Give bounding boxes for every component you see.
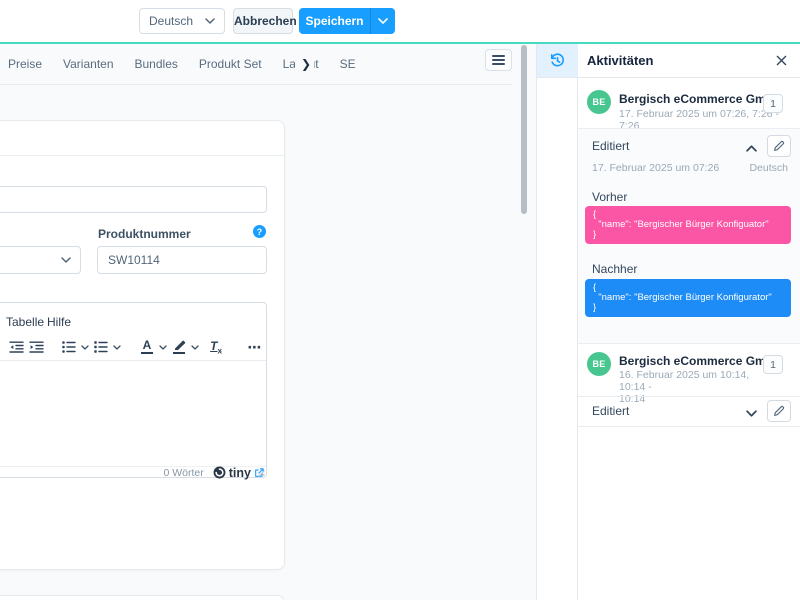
product-name-input[interactable] [0, 186, 267, 213]
before-label: Vorher [592, 190, 627, 204]
product-number-label: Produktnummer [98, 227, 191, 241]
chevron-down-icon [205, 18, 215, 24]
side-icon-strip [537, 44, 578, 600]
entry-divider [578, 426, 800, 427]
numbered-list-dropdown[interactable] [110, 336, 124, 358]
indent-icon [29, 341, 44, 353]
bullet-list-icon [62, 341, 76, 353]
close-icon [776, 55, 787, 66]
font-color-dropdown[interactable] [156, 336, 170, 358]
card-header-divider [0, 155, 284, 156]
collapse-detail-button[interactable] [743, 140, 759, 156]
more-icon: ⋯ [248, 339, 263, 356]
activity-author: Bergisch eCommerce GmbH [619, 354, 782, 368]
tab-varianten[interactable]: Varianten [63, 57, 113, 71]
tab-bundles[interactable]: Bundles [135, 57, 178, 71]
highlighter-icon [173, 340, 186, 350]
activity-author: Bergisch eCommerce GmbH [619, 92, 782, 106]
highlight-color-button[interactable] [170, 336, 188, 358]
manufacturer-select[interactable] [0, 246, 81, 274]
cancel-button[interactable]: Abbrechen [233, 8, 293, 34]
indent-button[interactable] [26, 336, 46, 358]
avatar: BE [587, 352, 611, 376]
resize-grip-icon [258, 470, 265, 477]
detail-language: Deutsch [749, 162, 788, 174]
tinymce-brand-text: tiny [229, 466, 251, 480]
editor-statusbar: 0 Wörter tiny [0, 467, 264, 478]
numbered-list-button[interactable] [92, 336, 110, 358]
after-value-box: { "name": "Bergischer Bürger Konfigurato… [585, 279, 791, 317]
numbered-list-icon [94, 341, 108, 353]
close-panel-button[interactable] [772, 51, 790, 69]
tabs-divider [0, 84, 512, 85]
outdent-icon [9, 341, 24, 353]
context-menu-button[interactable] [485, 49, 512, 71]
tab-produkt-set[interactable]: Produkt Set [199, 57, 262, 71]
activity-date: 16. Februar 2025 um 10:14, 10:14 - 10:14 [619, 369, 769, 405]
clear-formatting-icon: Tx [210, 339, 222, 355]
tab-preise[interactable]: Preise [8, 57, 42, 71]
chevron-down-icon [113, 345, 121, 350]
tabs-scroll-right-icon[interactable]: ❯ [295, 57, 314, 73]
tab-seo[interactable]: SE [340, 57, 356, 71]
chevron-down-icon [81, 345, 89, 350]
activity-count-badge[interactable]: 1 [763, 94, 783, 113]
detail-date: 17. Februar 2025 um 07:26 [592, 162, 719, 174]
word-count: 0 Wörter [164, 467, 204, 479]
activity-action-label: Editiert [592, 404, 629, 418]
expand-detail-button[interactable] [743, 405, 759, 421]
save-button[interactable]: Speichern [299, 8, 370, 34]
tinymce-logo-icon [213, 466, 226, 479]
activity-action-label: Editiert [592, 139, 629, 153]
chevron-down-icon [378, 18, 388, 24]
clear-formatting-button[interactable]: Tx [206, 336, 226, 358]
help-icon[interactable]: ? [253, 225, 266, 238]
highlight-color-dropdown[interactable] [188, 336, 202, 358]
save-dropdown-button[interactable] [370, 8, 395, 34]
language-select-value: Deutsch [149, 14, 193, 28]
pencil-icon [773, 405, 785, 417]
before-value-box: { "name": "Bergischer Bürger Konfiguator… [585, 206, 791, 244]
editor-menu-hilfe[interactable]: Hilfe [47, 315, 71, 329]
entry-divider [578, 343, 800, 344]
entry-divider [578, 396, 800, 397]
chevron-up-icon [746, 145, 757, 152]
edit-activity-button[interactable] [767, 400, 791, 422]
activities-strip-button[interactable] [537, 44, 578, 77]
menu-icon [492, 55, 505, 65]
topbar: Deutsch Abbrechen Speichern [0, 0, 800, 42]
chevron-down-icon [159, 345, 167, 350]
panel-title: Aktivitäten [587, 53, 653, 68]
edit-activity-button[interactable] [767, 135, 791, 157]
chevron-down-icon [746, 410, 757, 417]
tinymce-brand-link[interactable]: tiny [213, 466, 264, 480]
history-icon [549, 52, 566, 69]
resize-handle[interactable] [258, 470, 265, 477]
font-color-button[interactable]: A [138, 336, 156, 358]
editor-menu-tabelle[interactable]: Tabelle [6, 315, 44, 329]
bullet-list-dropdown[interactable] [78, 336, 92, 358]
bullet-list-button[interactable] [60, 336, 78, 358]
toolbar-more-button[interactable]: ⋯ [244, 336, 266, 358]
app-window: Deutsch Abbrechen Speichern Preise Varia… [0, 0, 800, 600]
chevron-down-icon [191, 345, 199, 350]
after-label: Nachher [592, 262, 637, 276]
activity-count-badge[interactable]: 1 [763, 355, 783, 374]
font-color-bar [141, 352, 153, 355]
language-select[interactable]: Deutsch [139, 8, 225, 34]
panel-header-divider [537, 77, 800, 78]
chevron-down-icon [61, 257, 71, 263]
pencil-icon [773, 140, 785, 152]
scrollbar[interactable] [521, 45, 527, 214]
product-number-input[interactable] [97, 246, 267, 274]
toolbar-divider [0, 360, 266, 361]
outdent-button[interactable] [6, 336, 26, 358]
font-color-icon: A [143, 340, 152, 350]
highlight-color-bar [173, 352, 185, 355]
editor-toolbar: A Tx ⋯ [6, 336, 266, 358]
avatar: BE [587, 90, 611, 114]
next-section-card [0, 595, 285, 600]
